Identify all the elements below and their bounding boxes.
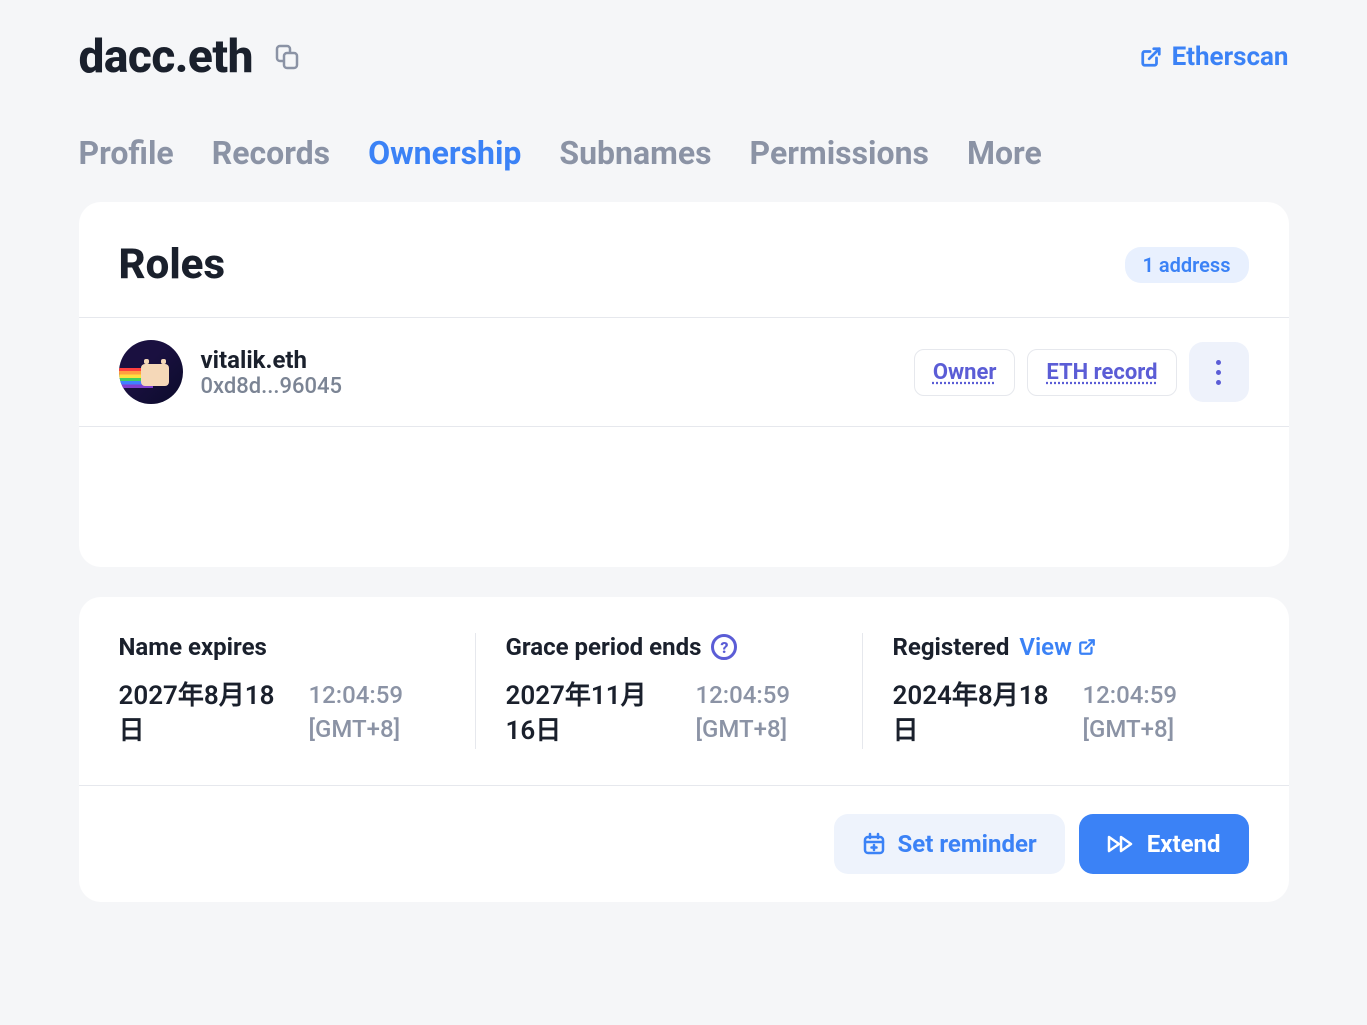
avatar (119, 340, 183, 404)
tab-ownership[interactable]: Ownership (368, 134, 521, 172)
title-group: dacc.eth (79, 30, 303, 84)
eth-record-tag[interactable]: ETH record (1027, 349, 1176, 396)
role-identity[interactable]: vitalik.eth 0xd8d...96045 (119, 340, 343, 404)
registered-view-text: View (1019, 633, 1071, 661)
header: dacc.eth Etherscan (79, 30, 1289, 84)
expires-label-text: Name expires (119, 633, 267, 661)
role-more-button[interactable] (1189, 342, 1249, 402)
owner-tag[interactable]: Owner (914, 349, 1016, 396)
tab-profile[interactable]: Profile (79, 134, 174, 172)
roles-empty-area (79, 427, 1289, 567)
tab-subnames[interactable]: Subnames (559, 134, 711, 172)
registered-body: 2024年8月18日 12:04:59 [GMT+8] (893, 679, 1219, 749)
set-reminder-button[interactable]: Set reminder (834, 814, 1065, 874)
role-actions: Owner ETH record (914, 342, 1249, 402)
help-icon[interactable]: ? (711, 634, 737, 660)
registered-label: Registered View (893, 633, 1219, 661)
role-row: vitalik.eth 0xd8d...96045 Owner ETH reco… (79, 318, 1289, 427)
tab-permissions[interactable]: Permissions (750, 134, 929, 172)
fast-forward-icon (1107, 834, 1135, 854)
grace-label-text: Grace period ends (506, 633, 702, 661)
roles-header: Roles 1 address (79, 202, 1289, 318)
grace-label: Grace period ends ? (506, 633, 832, 661)
registered-date: 2024年8月18日 (893, 679, 1063, 749)
expires-tz: [GMT+8] (309, 713, 404, 747)
grace-column: Grace period ends ? 2027年11月16日 12:04:59… (475, 633, 862, 749)
extend-label: Extend (1147, 830, 1221, 858)
roles-card: Roles 1 address vitalik.eth 0xd8d...9604… (79, 202, 1289, 567)
registered-time: 12:04:59 [GMT+8] (1083, 679, 1178, 746)
external-link-icon (1140, 46, 1162, 68)
registered-column: Registered View 2024年8月18日 12:04:59 (862, 633, 1249, 749)
dates-card: Name expires 2027年8月18日 12:04:59 [GMT+8]… (79, 597, 1289, 902)
expires-column: Name expires 2027年8月18日 12:04:59 [GMT+8] (119, 633, 475, 749)
role-address: 0xd8d...96045 (201, 374, 343, 399)
set-reminder-label: Set reminder (898, 830, 1037, 858)
tab-more[interactable]: More (967, 134, 1042, 172)
grace-date: 2027年11月16日 (506, 679, 676, 749)
grace-time-value: 12:04:59 (696, 679, 791, 713)
address-count-badge: 1 address (1125, 247, 1249, 283)
external-link-icon (1078, 638, 1096, 656)
dates-grid: Name expires 2027年8月18日 12:04:59 [GMT+8]… (79, 597, 1289, 786)
role-name: vitalik.eth (201, 346, 343, 374)
expires-time: 12:04:59 [GMT+8] (309, 679, 404, 746)
expires-time-value: 12:04:59 (309, 679, 404, 713)
grace-time: 12:04:59 [GMT+8] (696, 679, 791, 746)
grace-body: 2027年11月16日 12:04:59 [GMT+8] (506, 679, 832, 749)
registered-label-text: Registered (893, 633, 1010, 661)
extend-button[interactable]: Extend (1079, 814, 1249, 874)
roles-title: Roles (119, 240, 226, 289)
tabs: Profile Records Ownership Subnames Permi… (79, 134, 1289, 172)
expires-label: Name expires (119, 633, 445, 661)
role-info: vitalik.eth 0xd8d...96045 (201, 346, 343, 399)
registered-tz: [GMT+8] (1083, 713, 1178, 747)
page-title: dacc.eth (79, 30, 253, 84)
expires-body: 2027年8月18日 12:04:59 [GMT+8] (119, 679, 445, 749)
expires-date: 2027年8月18日 (119, 679, 289, 749)
more-vertical-icon (1216, 360, 1221, 385)
grace-tz: [GMT+8] (696, 713, 791, 747)
registered-view-link[interactable]: View (1019, 633, 1095, 661)
registered-time-value: 12:04:59 (1083, 679, 1178, 713)
copy-icon (275, 44, 299, 70)
copy-button[interactable] (271, 41, 303, 73)
etherscan-label: Etherscan (1172, 42, 1289, 72)
action-bar: Set reminder Extend (79, 786, 1289, 902)
etherscan-link[interactable]: Etherscan (1140, 42, 1289, 72)
calendar-icon (862, 832, 886, 856)
tab-records[interactable]: Records (212, 134, 330, 172)
